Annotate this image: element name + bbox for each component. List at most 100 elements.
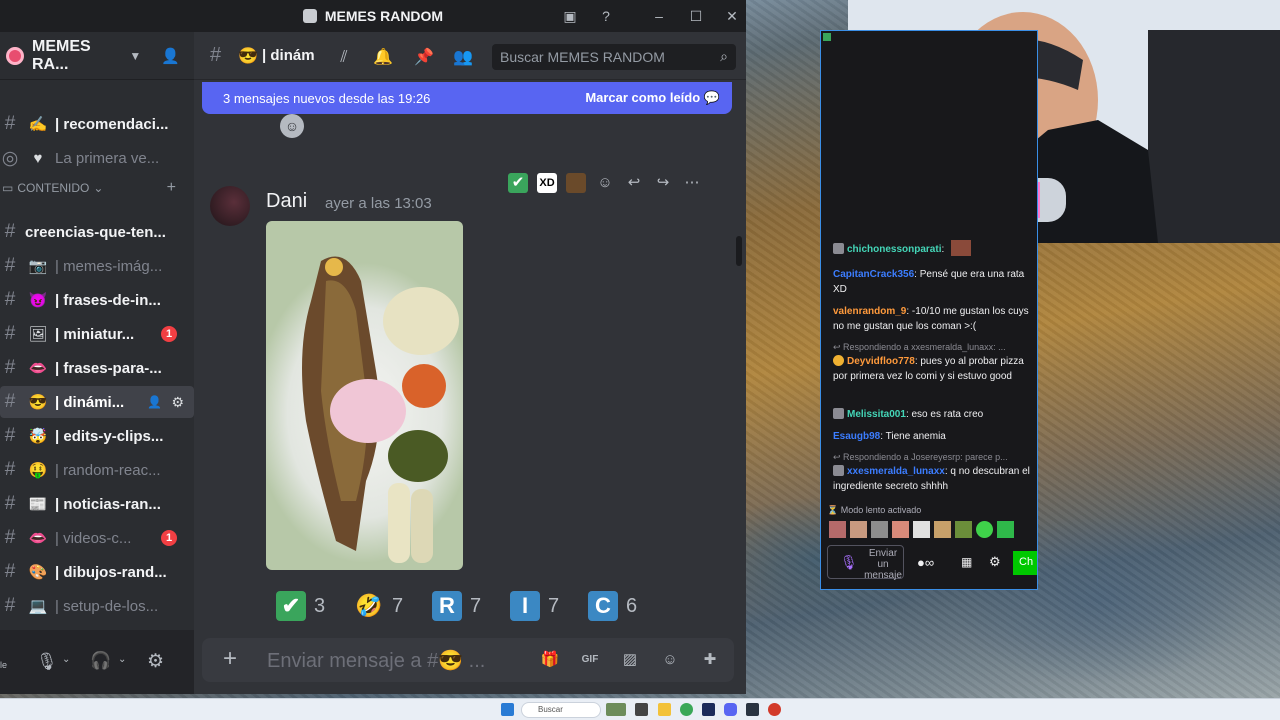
gif-icon[interactable]: GIF bbox=[580, 650, 600, 670]
help-icon[interactable]: ? bbox=[598, 8, 614, 24]
threads-icon[interactable]: ⫽ bbox=[334, 48, 354, 68]
emote-icon[interactable] bbox=[829, 521, 846, 538]
reaction-chip[interactable]: R7 bbox=[432, 589, 481, 623]
start-icon[interactable] bbox=[501, 703, 514, 716]
screen-share-icon[interactable]: ▣ bbox=[562, 8, 578, 24]
maximize-icon[interactable]: ☐ bbox=[688, 8, 704, 24]
chat-username[interactable]: Esaugb98 bbox=[833, 431, 880, 442]
add-member-icon[interactable]: 👤 bbox=[161, 47, 180, 65]
settings-gear-icon[interactable]: ⚙ bbox=[147, 650, 164, 673]
message-author[interactable]: Dani bbox=[266, 190, 307, 213]
composer-placeholder[interactable]: Enviar mensaje a #😎 ... bbox=[267, 648, 485, 673]
channel-emoji: 😎 bbox=[28, 394, 48, 411]
photoshop-icon[interactable] bbox=[702, 703, 715, 716]
channel-item[interactable]: # 💻 | setup-de-los... bbox=[0, 590, 194, 622]
chat-username[interactable]: valenrandom_9 bbox=[833, 306, 906, 317]
reaction-chip[interactable]: I7 bbox=[510, 589, 559, 623]
channel-hash-icon: # bbox=[4, 255, 16, 276]
reaction-chip[interactable]: C6 bbox=[588, 589, 637, 623]
chat-username[interactable]: Deyvidfloo778 bbox=[847, 356, 915, 367]
chat-message: CapitanCrack356: Pensé que era una rata … bbox=[833, 267, 1033, 297]
search-icon[interactable]: ⌕ bbox=[720, 48, 728, 65]
channel-item[interactable]: # 👄 | frases-para-... bbox=[0, 352, 194, 384]
sticker-icon[interactable]: ▨ bbox=[620, 650, 640, 670]
channel-item[interactable]: # 🖼 | miniatur... 1 bbox=[0, 318, 194, 350]
server-header[interactable]: MEMES RA... ▼ 👤 bbox=[0, 32, 194, 80]
category-header[interactable]: ▭ CONTENIDO ⌄ + bbox=[0, 178, 194, 198]
bell-icon[interactable]: 🔔 bbox=[373, 48, 393, 68]
add-channel-icon[interactable]: + bbox=[167, 179, 176, 197]
add-attachment-icon[interactable]: + bbox=[219, 647, 241, 671]
channel-item[interactable]: ◎ ♥ La primera ve... bbox=[0, 142, 194, 174]
channel-hash-icon: # bbox=[4, 221, 16, 242]
invite-icon[interactable]: 👤 bbox=[147, 395, 162, 409]
chat-username[interactable]: xxesmeralda_lunaxx bbox=[847, 466, 945, 477]
avatar[interactable] bbox=[210, 186, 250, 226]
channel-item[interactable]: # 🤯 | edits-y-clips... bbox=[0, 420, 194, 452]
app-icon[interactable] bbox=[768, 703, 781, 716]
chat-username[interactable]: chichonessonparati bbox=[847, 244, 941, 255]
channel-item[interactable]: # 👄 | videos-c... 1 bbox=[0, 522, 194, 554]
emote-icon[interactable] bbox=[871, 521, 888, 538]
channel-emoji: 🤑 bbox=[28, 462, 48, 479]
chat-input[interactable]: 🎙 Enviar un mensaje bbox=[827, 545, 904, 581]
chevron-down-icon[interactable]: ⌄ bbox=[62, 654, 70, 665]
reaction-chip[interactable]: 🤣 7 bbox=[354, 589, 403, 623]
discord-icon[interactable] bbox=[724, 703, 737, 716]
channel-item[interactable]: # 😎 | dinámi... ⚙ 👤 bbox=[0, 386, 194, 418]
message-image[interactable] bbox=[266, 221, 463, 570]
channel-title: | dinám bbox=[262, 47, 315, 64]
chat-username[interactable]: Melissita001 bbox=[847, 409, 906, 420]
microphone-icon[interactable]: 🎙 bbox=[36, 652, 58, 672]
emote-icon[interactable] bbox=[892, 521, 909, 538]
task-view-icon[interactable] bbox=[635, 703, 648, 716]
taskbar-search-input[interactable]: Buscar bbox=[521, 702, 601, 718]
minimize-icon[interactable]: – bbox=[651, 8, 667, 24]
microphone-icon[interactable]: 🎙 bbox=[840, 554, 858, 571]
pin-icon[interactable]: 📌 bbox=[414, 48, 434, 68]
settings-icon[interactable]: ⚙ bbox=[989, 554, 1001, 570]
emote-icon[interactable] bbox=[913, 521, 930, 538]
widget-icon[interactable] bbox=[606, 703, 626, 716]
channel-item[interactable]: # ✍ | recomendaci... bbox=[0, 108, 194, 140]
chrome-icon[interactable] bbox=[680, 703, 693, 716]
search-input[interactable]: Buscar MEMES RANDOM ⌕ bbox=[492, 44, 736, 70]
reaction-chip[interactable]: ✔ 3 bbox=[276, 589, 325, 623]
new-messages-bar[interactable]: 3 mensajes nuevos desde las 19:26 Marcar… bbox=[202, 82, 732, 114]
store-icon[interactable]: ▦ bbox=[961, 555, 972, 569]
emote-icon[interactable] bbox=[850, 521, 867, 538]
gift-icon[interactable]: 🎁 bbox=[540, 650, 560, 670]
emoji-icon[interactable]: ☺ bbox=[660, 650, 680, 670]
emote-icon[interactable] bbox=[976, 521, 993, 538]
chevron-down-icon[interactable]: ⌄ bbox=[118, 654, 126, 665]
scrollbar-thumb[interactable] bbox=[736, 236, 742, 266]
headphones-icon[interactable]: 🎧 bbox=[90, 651, 111, 671]
emote-icon[interactable] bbox=[955, 521, 972, 538]
channel-item[interactable]: # 🎨 | dibujos-rand... bbox=[0, 556, 194, 588]
channel-item[interactable]: # creencias-que-ten... bbox=[0, 216, 194, 248]
channel-name: | videos-c... bbox=[55, 529, 132, 547]
file-explorer-icon[interactable] bbox=[658, 703, 671, 716]
channel-item[interactable]: # 🤑 | random-reac... bbox=[0, 454, 194, 486]
channel-item[interactable]: # 📷 | memes-imág... bbox=[0, 250, 194, 282]
member-list-icon[interactable]: 👥 bbox=[453, 48, 473, 68]
roasted-guinea-pig-image bbox=[302, 256, 459, 563]
obs-icon[interactable] bbox=[746, 703, 759, 716]
apps-icon[interactable]: ✚ bbox=[700, 650, 720, 670]
reaction-emoji-icon: ✔ bbox=[276, 591, 306, 621]
emote-icon[interactable] bbox=[997, 521, 1014, 538]
channel-item[interactable]: # 😈 | frases-de-in... bbox=[0, 284, 194, 316]
close-icon[interactable]: ✕ bbox=[724, 8, 740, 24]
emote-icon[interactable] bbox=[934, 521, 951, 538]
channel-settings-icon[interactable]: ⚙ bbox=[171, 394, 184, 411]
bits-icon[interactable]: ●∞ bbox=[917, 555, 934, 570]
add-reaction-icon[interactable]: ☺ bbox=[280, 114, 304, 138]
chat-send-button[interactable]: Ch bbox=[1013, 551, 1037, 575]
chat-username[interactable]: CapitanCrack356 bbox=[833, 269, 914, 280]
channel-name: | dinámi... bbox=[55, 393, 125, 411]
channel-name: | memes-imág... bbox=[55, 257, 163, 275]
mark-as-read-button[interactable]: Marcar como leído 💬 bbox=[585, 90, 720, 106]
chevron-down-icon[interactable]: ⌄ bbox=[93, 181, 103, 195]
chevron-down-icon[interactable]: ▼ bbox=[129, 49, 141, 63]
channel-item[interactable]: # 📰 | noticias-ran... bbox=[0, 488, 194, 520]
